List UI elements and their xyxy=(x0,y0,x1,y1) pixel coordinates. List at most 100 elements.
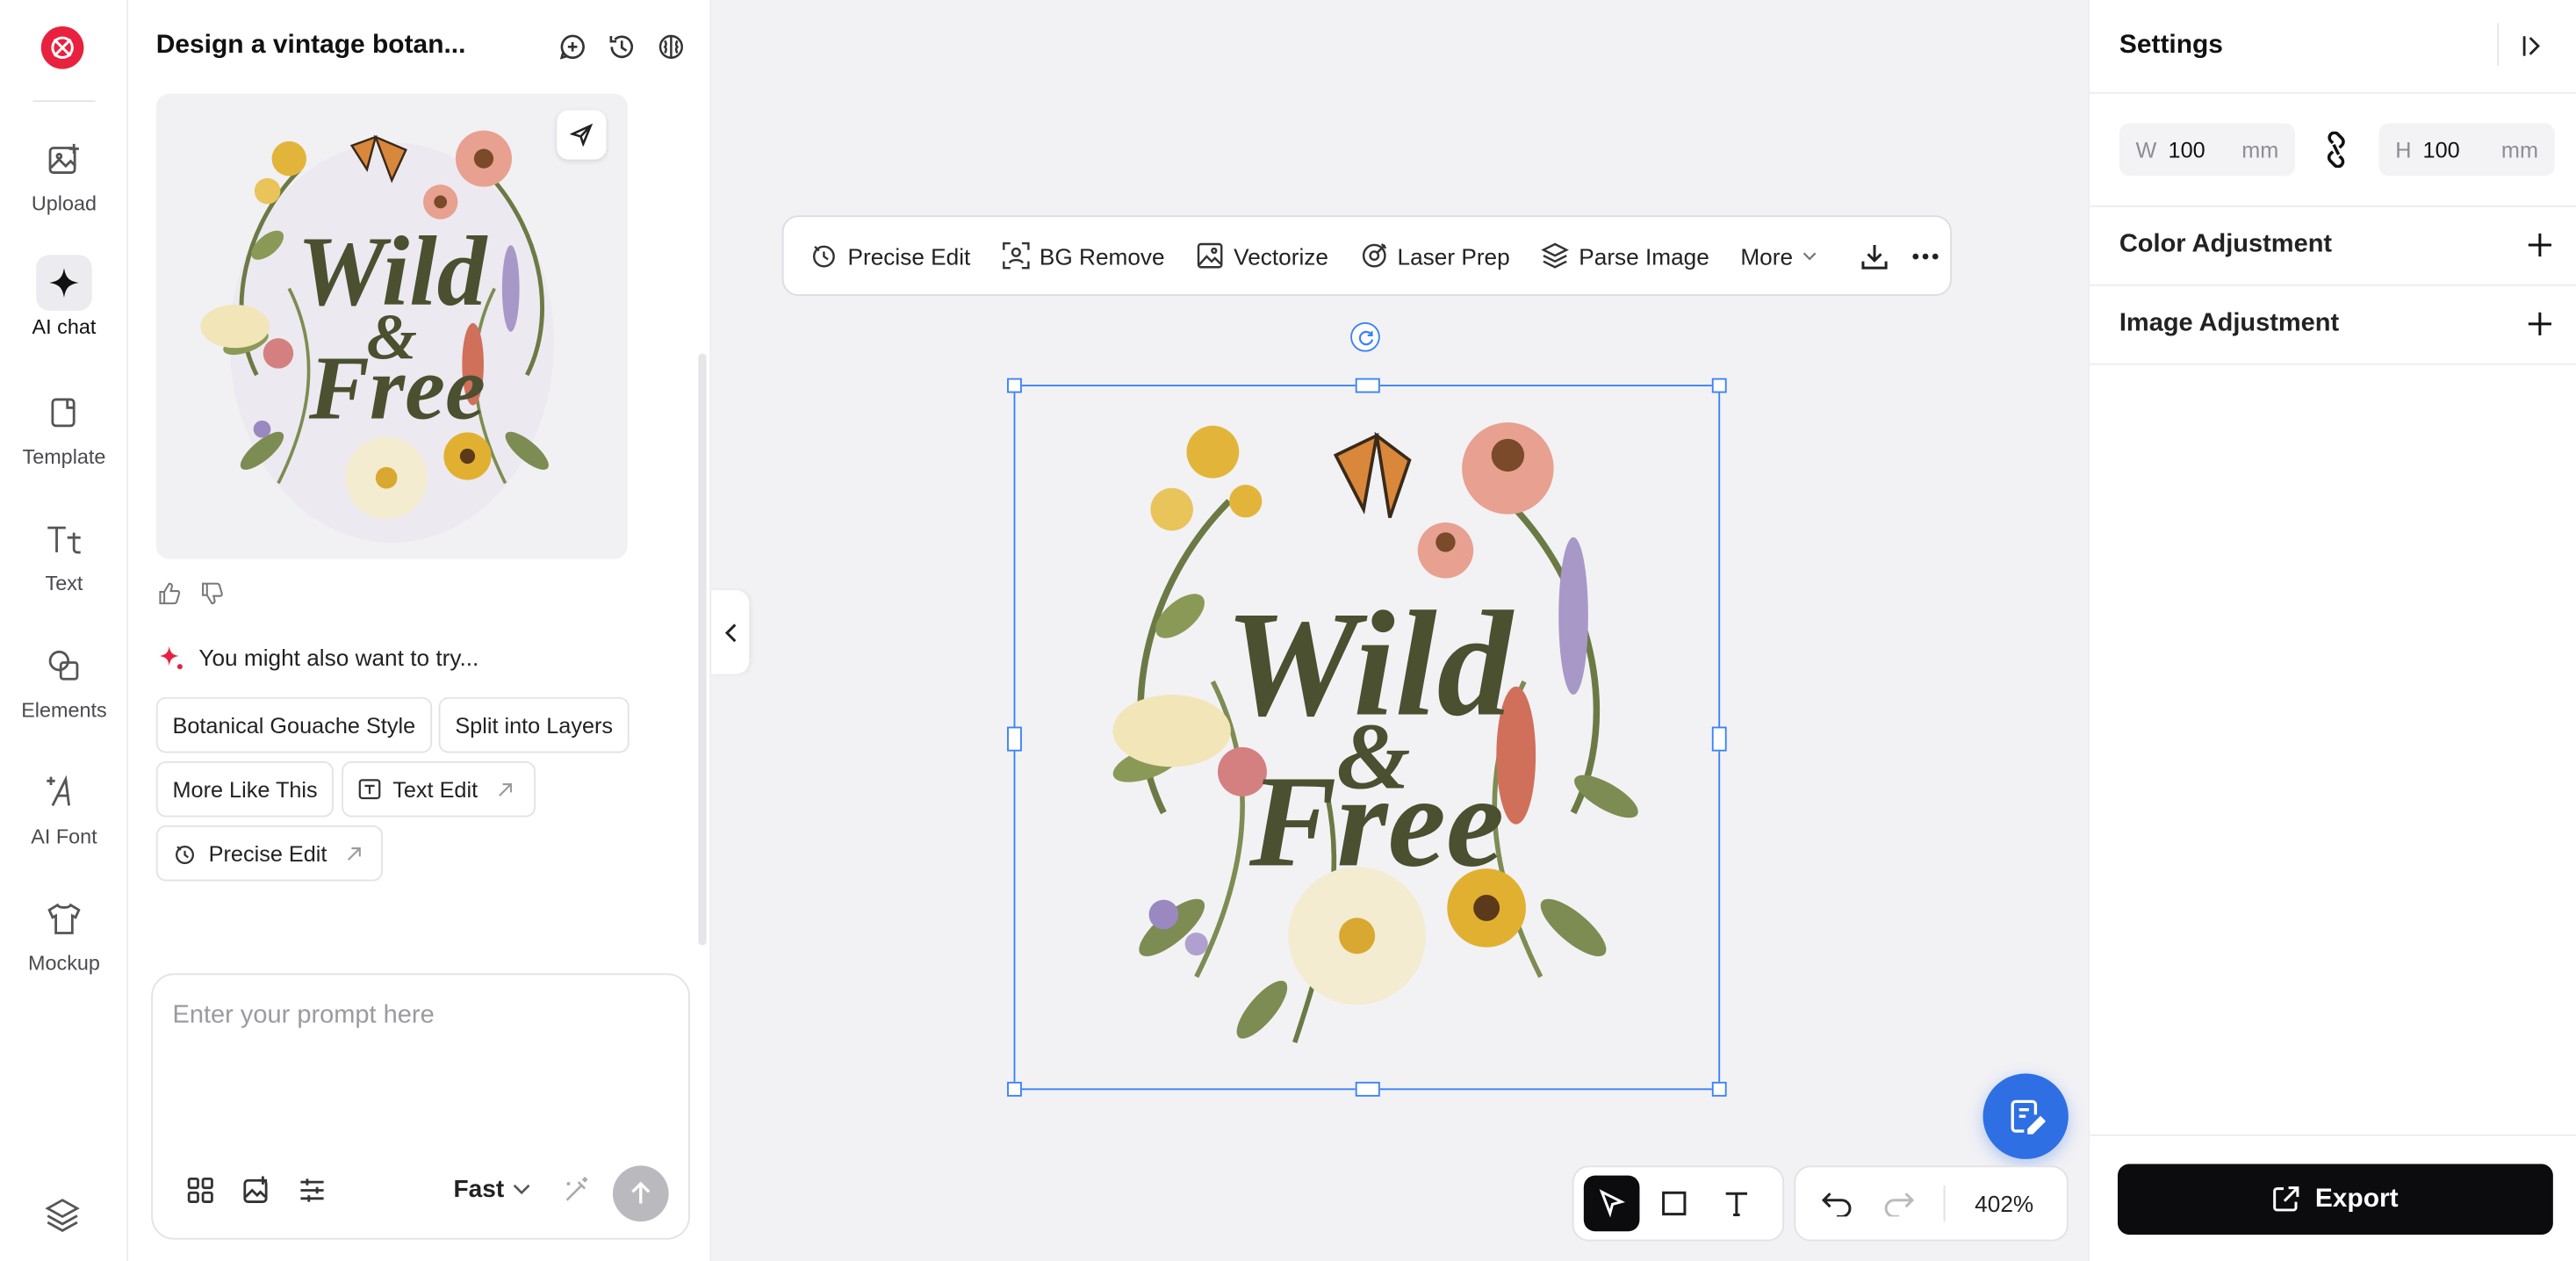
chip-label: Split into Layers xyxy=(455,712,614,738)
bg-remove-icon xyxy=(1002,241,1030,270)
thumbs-down-icon[interactable] xyxy=(200,582,223,605)
rail-item-template[interactable]: Template xyxy=(0,385,128,486)
magic-wand-icon[interactable] xyxy=(562,1176,594,1208)
rail-divider xyxy=(32,100,96,103)
suggestion-botanical-gouache[interactable]: Botanical Gouache Style xyxy=(155,696,432,753)
square-icon xyxy=(1662,1191,1687,1216)
resize-handle-bottom[interactable] xyxy=(1355,1081,1380,1097)
app-logo-icon[interactable] xyxy=(40,25,84,69)
width-field[interactable]: W 100 mm xyxy=(2119,123,2296,177)
suggestion-text-edit[interactable]: Text Edit xyxy=(342,760,536,818)
more-options-icon[interactable] xyxy=(1913,239,1939,271)
pointer-icon xyxy=(1599,1189,1626,1218)
section-label: Color Adjustment xyxy=(2119,230,2333,258)
canvas-tool-group xyxy=(1572,1165,1785,1242)
arrow-up-right-icon xyxy=(498,782,512,796)
rotate-handle-icon[interactable] xyxy=(1350,321,1380,352)
suggestion-more-like-this[interactable]: More Like This xyxy=(155,760,335,818)
rail-label: AI chat xyxy=(32,315,97,339)
left-rail: Upload AI chat Template Text Elements AI… xyxy=(0,0,128,1261)
suggestion-split-layers[interactable]: Split into Layers xyxy=(438,696,630,753)
thumbs-up-icon[interactable] xyxy=(158,582,181,605)
template-icon xyxy=(36,385,92,441)
select-tool-button[interactable] xyxy=(1583,1175,1640,1232)
toolbar-bg-remove[interactable]: BG Remove xyxy=(1002,241,1165,270)
chevron-down-icon xyxy=(513,1184,530,1195)
redo-icon[interactable] xyxy=(1878,1182,1921,1225)
collapse-panel-icon[interactable] xyxy=(2515,28,2551,64)
layers-icon[interactable] xyxy=(43,1195,83,1235)
rail-label: Upload xyxy=(31,192,97,216)
text-tool-button[interactable] xyxy=(1709,1176,1765,1232)
toolbar-more-dropdown[interactable]: More xyxy=(1740,242,1817,269)
new-chat-icon[interactable] xyxy=(554,28,590,64)
image-adjustment-section[interactable]: Image Adjustment xyxy=(2119,304,2553,343)
chevron-down-icon xyxy=(1803,251,1817,260)
color-adjustment-section[interactable]: Color Adjustment xyxy=(2119,225,2553,264)
zoom-level[interactable]: 402% xyxy=(1975,1190,2033,1216)
brain-icon[interactable] xyxy=(652,28,688,64)
rail-label: Text xyxy=(45,572,83,595)
download-icon[interactable] xyxy=(1860,239,1890,271)
chat-scrollbar[interactable] xyxy=(698,353,707,946)
text-edit-icon xyxy=(358,779,381,800)
height-unit: mm xyxy=(2500,137,2539,162)
botanical-artwork: Wild & Free xyxy=(200,130,555,544)
divider xyxy=(2090,1134,2576,1136)
model-speed-dropdown[interactable]: Fast xyxy=(453,1175,530,1204)
export-icon xyxy=(2273,1186,2299,1212)
rectangle-tool-button[interactable] xyxy=(1646,1176,1702,1232)
resize-handle-bottom-right[interactable] xyxy=(1711,1081,1727,1097)
settings-title: Settings xyxy=(2119,31,2223,60)
resize-handle-left[interactable] xyxy=(1007,726,1022,752)
resize-handle-right[interactable] xyxy=(1711,726,1727,752)
canvas-image-selection[interactable]: Wild & Free xyxy=(1007,378,1727,1097)
precise-edit-icon xyxy=(176,845,194,864)
send-to-canvas-button[interactable] xyxy=(557,110,607,160)
width-value[interactable]: 100 xyxy=(2169,137,2242,162)
prompt-input[interactable]: Enter your prompt here xyxy=(172,1001,434,1031)
toolbar-vectorize[interactable]: Vectorize xyxy=(1196,241,1328,270)
grid-icon[interactable] xyxy=(185,1176,218,1208)
generated-image-preview[interactable]: Wild & Free xyxy=(155,93,628,559)
toolbar-label: Vectorize xyxy=(1234,242,1328,270)
toolbar-precise-edit[interactable]: Precise Edit xyxy=(810,241,970,270)
sliders-icon[interactable] xyxy=(298,1176,330,1208)
collapse-chat-button[interactable] xyxy=(711,590,750,674)
resize-handle-top-right[interactable] xyxy=(1711,378,1727,393)
add-image-icon[interactable] xyxy=(241,1176,274,1208)
resize-handle-top-left[interactable] xyxy=(1007,378,1022,393)
rail-item-text[interactable]: Text xyxy=(0,511,128,613)
divider xyxy=(2090,363,2576,365)
toolbar-parse-image[interactable]: Parse Image xyxy=(1541,241,1709,270)
toolbar-laser-prep[interactable]: Laser Prep xyxy=(1360,241,1510,270)
history-divider xyxy=(1943,1185,1946,1222)
sparkle-icon xyxy=(159,645,183,670)
history-zoom-group: 402% xyxy=(1794,1165,2069,1242)
section-label: Image Adjustment xyxy=(2119,308,2340,337)
rail-item-ai-font[interactable]: AI Font xyxy=(0,765,128,867)
undo-icon[interactable] xyxy=(1816,1182,1859,1225)
rail-item-upload[interactable]: Upload xyxy=(0,132,128,234)
resize-handle-top[interactable] xyxy=(1355,378,1380,393)
rail-label: AI Font xyxy=(31,825,97,849)
toolbar-label: Laser Prep xyxy=(1397,242,1510,270)
rail-item-elements[interactable]: Elements xyxy=(0,638,128,739)
rail-item-mockup[interactable]: Mockup xyxy=(0,891,128,993)
send-prompt-button[interactable] xyxy=(612,1165,669,1222)
height-value[interactable]: 100 xyxy=(2423,137,2501,162)
model-speed-value: Fast xyxy=(453,1175,505,1204)
divider xyxy=(2090,91,2576,94)
suggestion-precise-edit[interactable]: Precise Edit xyxy=(155,825,383,882)
aspect-lock-link-icon[interactable] xyxy=(2320,131,2352,169)
rail-item-ai-chat[interactable]: AI chat xyxy=(0,255,128,357)
height-field[interactable]: H 100 mm xyxy=(2378,123,2555,177)
ai-font-icon xyxy=(36,765,92,821)
export-button[interactable]: Export xyxy=(2117,1164,2553,1236)
resize-handle-bottom-left[interactable] xyxy=(1007,1081,1022,1097)
notes-fab-button[interactable] xyxy=(1982,1073,2069,1159)
vectorize-icon xyxy=(1197,242,1223,269)
toolbar-label: More xyxy=(1740,242,1794,270)
history-icon[interactable] xyxy=(603,28,639,64)
chat-title: Design a vintage botan... xyxy=(155,31,466,60)
